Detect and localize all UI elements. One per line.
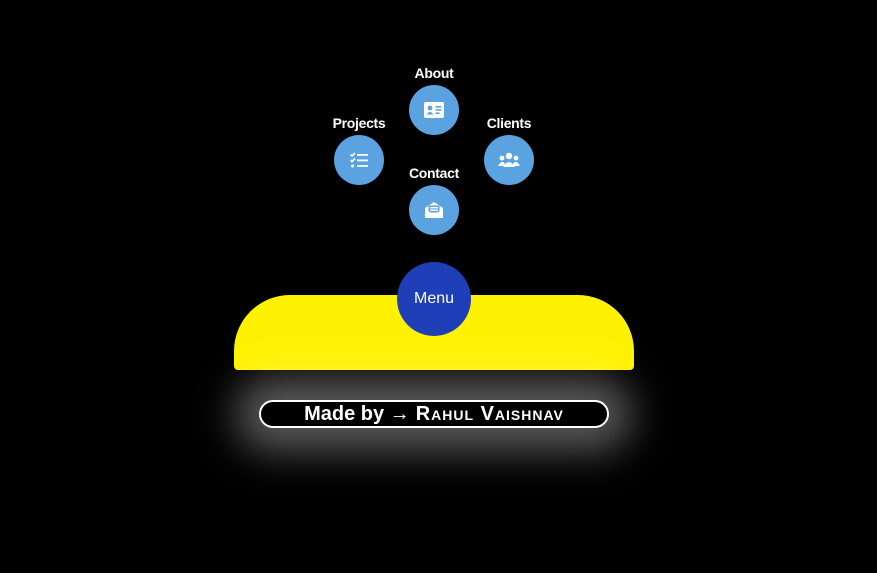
contact-label: Contact (408, 165, 459, 181)
checklist-icon (350, 152, 368, 168)
projects-label: Projects (332, 115, 386, 131)
clients-label: Clients (486, 115, 532, 131)
about-label: About (414, 65, 454, 81)
clients-button[interactable] (484, 135, 534, 185)
menu-button[interactable]: Menu (397, 262, 471, 336)
author-name: Rahul Vaishnav (415, 402, 564, 425)
credit-badge: Made by → Rahul Vaishnav (259, 400, 609, 428)
projects-button[interactable] (334, 135, 384, 185)
stage: About Projects Clients Contact Menu Made… (0, 0, 877, 573)
about-button[interactable] (409, 85, 459, 135)
contact-button[interactable] (409, 185, 459, 235)
id-card-icon (424, 102, 444, 118)
users-icon (498, 152, 520, 168)
envelope-open-icon (425, 202, 443, 218)
credit-prefix: Made by → (304, 402, 410, 425)
